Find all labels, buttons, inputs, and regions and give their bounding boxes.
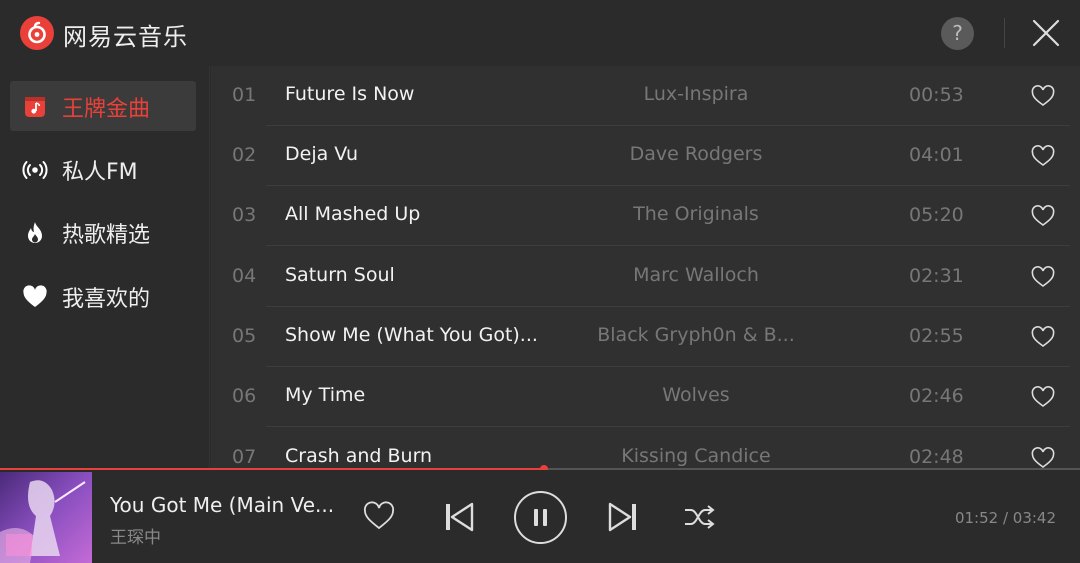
song-row[interactable]: 03 All Mashed Up The Originals 05:20 (211, 186, 1080, 246)
app-title: 网易云音乐 (63, 23, 188, 51)
radio-broadcast-icon (22, 161, 48, 179)
next-track-icon[interactable] (607, 501, 639, 533)
heart-outline-icon[interactable] (1031, 326, 1055, 348)
song-row[interactable]: 02 Deja Vu Dave Rodgers 04:01 (211, 126, 1080, 186)
song-row[interactable]: 04 Saturn Soul Marc Walloch 02:31 (211, 247, 1080, 307)
song-duration: 02:31 (909, 265, 964, 287)
track-number: 03 (232, 204, 257, 226)
song-title: Crash and Burn (285, 445, 433, 467)
sidebar-item-label: 热歌精选 (62, 223, 151, 248)
sidebar-item-favorites[interactable]: 我喜欢的 (10, 271, 196, 321)
track-number: 07 (232, 446, 257, 468)
song-duration: 02:48 (909, 446, 964, 468)
heart-icon (23, 285, 47, 307)
heart-outline-icon[interactable] (1031, 205, 1055, 227)
song-artist: Wolves (662, 384, 730, 406)
heart-outline-icon[interactable] (1031, 386, 1055, 408)
track-number: 04 (232, 265, 257, 287)
track-number: 02 (232, 144, 257, 166)
now-playing-artist: 王琛中 (110, 528, 161, 548)
playback-time: 01:52 / 03:42 (954, 509, 1056, 527)
song-title: Show Me (What You Got)... (285, 324, 538, 346)
sidebar-item-top-hits[interactable]: 王牌金曲 (10, 81, 196, 131)
help-button[interactable]: ? (941, 17, 974, 50)
song-duration: 02:55 (909, 325, 964, 347)
song-artist: Black Gryph0n & B... (597, 324, 795, 346)
song-duration: 02:46 (909, 385, 964, 407)
heart-outline-icon[interactable] (1031, 447, 1055, 469)
heart-outline-icon[interactable] (1031, 266, 1055, 288)
sidebar-item-label: 王牌金曲 (62, 97, 151, 122)
player-bar: You Got Me (Main Ve... 王琛中 01:52 / 03:42 (0, 470, 1080, 563)
like-button-heart-icon[interactable] (363, 501, 395, 531)
track-number: 01 (232, 84, 257, 106)
sidebar-item-hot-songs[interactable]: 热歌精选 (10, 207, 196, 257)
track-number: 05 (232, 325, 257, 347)
song-duration: 05:20 (909, 204, 964, 226)
song-title: Future Is Now (285, 83, 415, 105)
title-bar: 网易云音乐 ? (0, 0, 1080, 66)
shuffle-icon[interactable] (683, 503, 715, 531)
song-title: Saturn Soul (285, 264, 395, 286)
song-row[interactable]: 05 Show Me (What You Got)... Black Gryph… (211, 307, 1080, 367)
song-title: My Time (285, 384, 366, 406)
now-playing-title: You Got Me (Main Ve... (110, 493, 335, 517)
song-list: 01 Future Is Now Lux-Inspira 00:53 02 De… (211, 66, 1080, 469)
sidebar-item-personal-fm[interactable]: 私人FM (10, 144, 196, 194)
music-box-icon (25, 97, 45, 117)
heart-outline-icon[interactable] (1031, 145, 1055, 167)
close-icon[interactable] (1031, 18, 1061, 48)
sidebar: 王牌金曲 私人FM 热歌精选 我喜欢的 (0, 66, 210, 469)
song-artist: Marc Walloch (633, 264, 759, 286)
divider (1004, 18, 1005, 48)
row-divider (266, 426, 1070, 427)
song-duration: 04:01 (909, 144, 964, 166)
song-title: Deja Vu (285, 143, 359, 165)
song-row[interactable]: 06 My Time Wolves 02:46 (211, 367, 1080, 427)
heart-outline-icon[interactable] (1031, 85, 1055, 107)
flame-icon (28, 222, 42, 243)
album-cover[interactable] (0, 472, 92, 563)
song-duration: 00:53 (909, 84, 964, 106)
song-title: All Mashed Up (285, 203, 421, 225)
song-artist: Lux-Inspira (643, 83, 749, 105)
pause-button-icon[interactable] (513, 490, 568, 545)
track-number: 06 (232, 385, 257, 407)
netease-logo-icon (20, 16, 54, 50)
row-divider (266, 245, 1070, 246)
song-artist: Dave Rodgers (629, 143, 763, 165)
sidebar-item-label: 私人FM (62, 160, 138, 185)
song-row[interactable]: 01 Future Is Now Lux-Inspira 00:53 (211, 66, 1080, 126)
song-artist: The Originals (633, 203, 759, 225)
song-row[interactable]: 07 Crash and Burn Kissing Candice 02:48 (211, 428, 1080, 469)
song-artist: Kissing Candice (621, 445, 771, 467)
previous-track-icon[interactable] (443, 501, 475, 533)
sidebar-item-label: 我喜欢的 (62, 287, 151, 312)
